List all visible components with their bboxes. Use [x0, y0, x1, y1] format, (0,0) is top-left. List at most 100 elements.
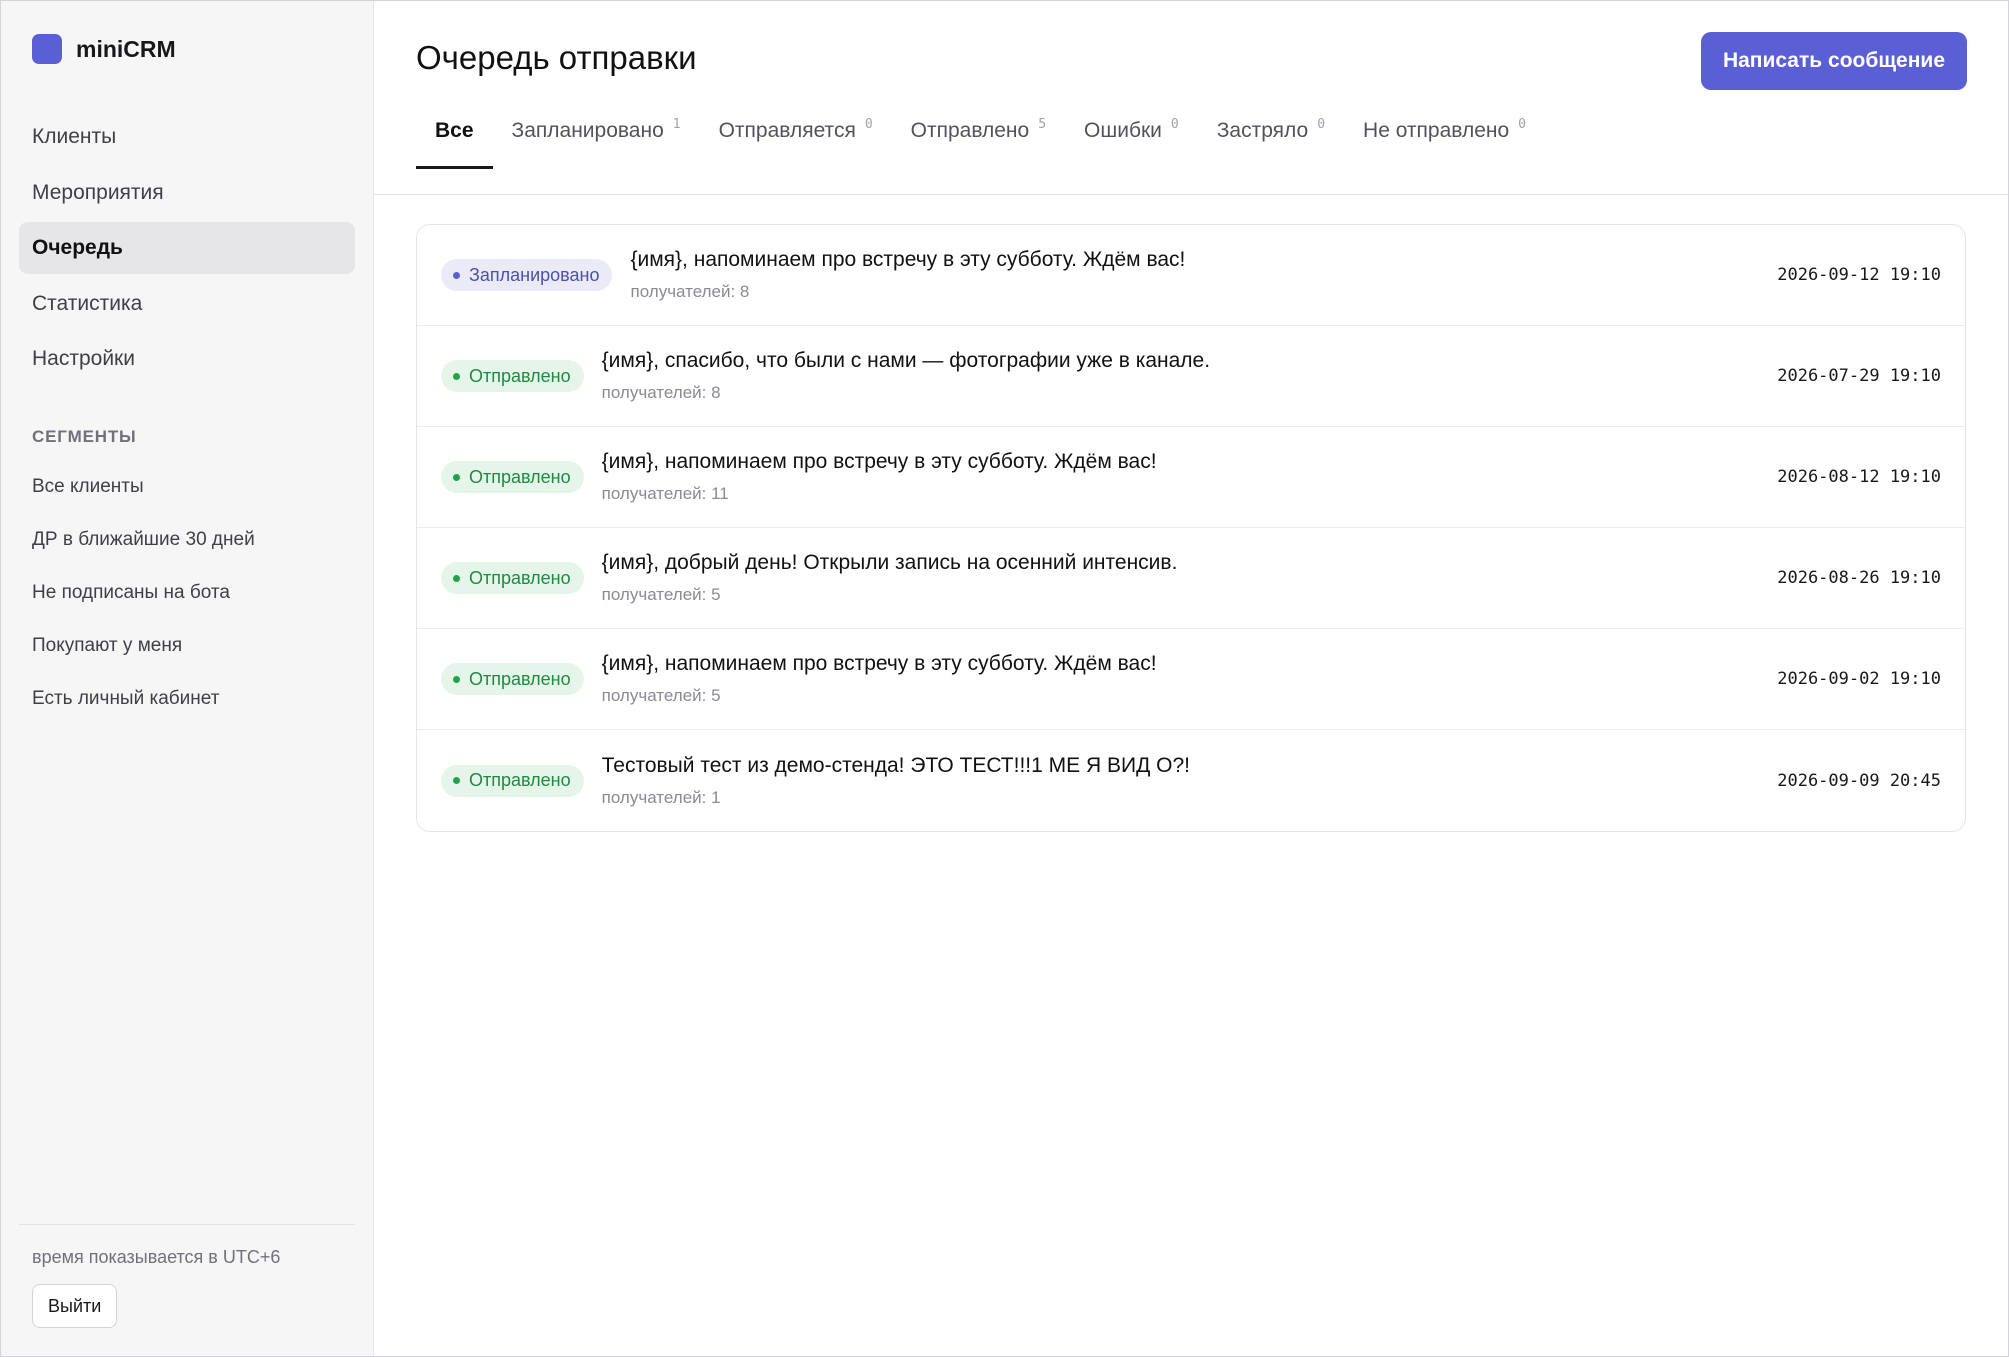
message-body: {имя}, напоминаем про встречу в эту субб…: [630, 248, 1757, 302]
scheduled-time: 2026-08-12 19:10: [1777, 467, 1941, 487]
segment-item-birthdays[interactable]: ДР в ближайшие 30 дней: [19, 514, 355, 567]
message-body: {имя}, напоминаем про встречу в эту субб…: [602, 652, 1758, 706]
queue-row[interactable]: Отправлено Тестовый тест из демо-стенда!…: [417, 730, 1965, 831]
segment-item-not-subscribed[interactable]: Не подписаны на бота: [19, 567, 355, 620]
status-dot-icon: [453, 271, 460, 279]
main-content: Очередь отправки Написать сообщение Все …: [374, 1, 2008, 1356]
queue-row[interactable]: Отправлено {имя}, спасибо, что были с на…: [417, 326, 1965, 427]
scheduled-time: 2026-09-12 19:10: [1777, 265, 1941, 285]
tab-label: Отправлено: [910, 119, 1030, 142]
status-badge: Отправлено: [441, 764, 584, 797]
message-text: {имя}, напоминаем про встречу в эту субб…: [601, 450, 1157, 473]
tab-all[interactable]: Все: [416, 105, 493, 169]
tab-planned[interactable]: Запланировано 1: [493, 105, 700, 169]
message-body: {имя}, напоминаем про встречу в эту субб…: [602, 450, 1758, 504]
scheduled-time: 2026-08-26 19:10: [1777, 568, 1941, 588]
recipients-count: получателей: 11: [601, 484, 729, 503]
sidebar-item-statistics[interactable]: Статистика: [19, 278, 355, 330]
segment-item-has-account[interactable]: Есть личный кабинет: [19, 673, 355, 726]
segments-list: Все клиенты ДР в ближайшие 30 дней Не по…: [19, 461, 355, 726]
message-text: {имя}, добрый день! Открыли запись на ос…: [601, 551, 1178, 574]
app-name: miniCRM: [76, 35, 176, 62]
logo-icon: [32, 34, 62, 64]
status-dot-icon: [453, 473, 460, 481]
tab-count: 0: [1170, 117, 1179, 132]
tab-count: 5: [1038, 117, 1047, 132]
tab-count: 1: [672, 117, 681, 132]
status-label: Отправлено: [469, 668, 571, 689]
tab-label: Отправляется: [718, 119, 856, 142]
queue-row[interactable]: Отправлено {имя}, добрый день! Открыли з…: [417, 528, 1965, 629]
tab-sent[interactable]: Отправлено 5: [892, 105, 1065, 169]
app-window: miniCRM Клиенты Мероприятия Очередь Стат…: [0, 0, 2009, 1357]
tab-label: Запланировано: [511, 119, 664, 142]
compose-message-button[interactable]: Написать сообщение: [1700, 32, 1967, 90]
queue-row[interactable]: Запланировано {имя}, напоминаем про встр…: [417, 225, 1965, 326]
message-text: Тестовый тест из демо-стенда! ЭТО ТЕСТ!!…: [601, 753, 1190, 777]
sidebar: miniCRM Клиенты Мероприятия Очередь Стат…: [1, 1, 374, 1356]
queue-row[interactable]: Отправлено {имя}, напоминаем про встречу…: [417, 427, 1965, 528]
sidebar-footer: время показывается в UTC+6 Выйти: [19, 1224, 355, 1328]
segments-heading: СЕГМЕНТЫ: [32, 426, 137, 446]
tab-sending[interactable]: Отправляется 0: [700, 105, 892, 169]
recipients-count: получателей: 8: [630, 282, 750, 301]
recipients-count: получателей: 1: [601, 787, 721, 807]
message-body: {имя}, спасибо, что были с нами — фотогр…: [602, 349, 1758, 403]
message-body: {имя}, добрый день! Открыли запись на ос…: [602, 551, 1758, 605]
queue-section: Запланировано {имя}, напоминаем про встр…: [374, 195, 2008, 861]
sidebar-item-settings[interactable]: Настройки: [19, 333, 355, 385]
status-label: Запланировано: [469, 264, 600, 285]
status-label: Отправлено: [469, 567, 571, 588]
tab-count: 0: [1518, 117, 1526, 132]
tab-not-sent[interactable]: Не отправлено 0: [1344, 105, 1545, 169]
scheduled-time: 2026-09-09 20:45: [1777, 770, 1941, 791]
status-tabs: Все Запланировано 1 Отправляется 0 Отпра…: [416, 105, 1545, 169]
tab-count: 0: [864, 117, 873, 132]
status-badge: Отправлено: [441, 562, 584, 594]
scheduled-time: 2026-07-29 19:10: [1777, 366, 1941, 386]
segment-item-buyers[interactable]: Покупают у меня: [19, 620, 355, 673]
sidebar-item-label: Настройки: [32, 347, 135, 370]
status-label: Отправлено: [469, 466, 571, 487]
tab-stuck[interactable]: Застряло 0: [1198, 105, 1344, 169]
sidebar-item-queue[interactable]: Очередь: [19, 222, 355, 274]
status-dot-icon: [453, 777, 460, 784]
tab-count: 0: [1317, 117, 1326, 132]
status-dot-icon: [453, 675, 460, 683]
sidebar-item-label: Мероприятия: [32, 180, 164, 204]
main-nav: Клиенты Мероприятия Очередь Статистика Н…: [19, 111, 355, 389]
sidebar-item-label: Статистика: [32, 291, 143, 315]
queue-row[interactable]: Отправлено {имя}, напоминаем про встречу…: [417, 629, 1965, 730]
timezone-note: время показывается в UTC+6: [32, 1247, 281, 1267]
status-dot-icon: [453, 372, 460, 380]
status-badge: Запланировано: [441, 259, 613, 291]
status-badge: Отправлено: [441, 663, 584, 695]
page-header: Очередь отправки Написать сообщение Все …: [374, 1, 2008, 195]
brand[interactable]: miniCRM: [19, 31, 355, 67]
sidebar-item-label: Клиенты: [32, 125, 117, 148]
tab-label: Все: [435, 119, 474, 142]
logout-button[interactable]: Выйти: [32, 1284, 118, 1328]
status-badge: Отправлено: [441, 461, 584, 493]
queue-list: Запланировано {имя}, напоминаем про встр…: [416, 224, 1966, 832]
status-dot-icon: [453, 574, 460, 582]
tab-label: Ошибки: [1084, 119, 1162, 142]
status-label: Отправлено: [469, 365, 571, 386]
tab-label: Застряло: [1216, 119, 1309, 142]
status-label: Отправлено: [469, 770, 571, 790]
recipients-count: получателей: 8: [601, 383, 721, 402]
tab-errors[interactable]: Ошибки 0: [1065, 105, 1198, 169]
sidebar-item-label: Очередь: [32, 236, 123, 259]
segment-item-all-clients[interactable]: Все клиенты: [19, 461, 355, 514]
sidebar-item-clients[interactable]: Клиенты: [19, 111, 355, 163]
status-badge: Отправлено: [441, 360, 584, 392]
recipients-count: получателей: 5: [601, 686, 721, 705]
recipients-count: получателей: 5: [601, 585, 721, 604]
sidebar-item-events[interactable]: Мероприятия: [19, 167, 355, 219]
message-text: {имя}, напоминаем про встречу в эту субб…: [630, 248, 1186, 271]
tab-label: Не отправлено: [1363, 119, 1510, 142]
message-text: {имя}, напоминаем про встречу в эту субб…: [601, 652, 1157, 675]
scheduled-time: 2026-09-02 19:10: [1777, 669, 1941, 689]
message-body: Тестовый тест из демо-стенда! ЭТО ТЕСТ!!…: [602, 754, 1758, 808]
